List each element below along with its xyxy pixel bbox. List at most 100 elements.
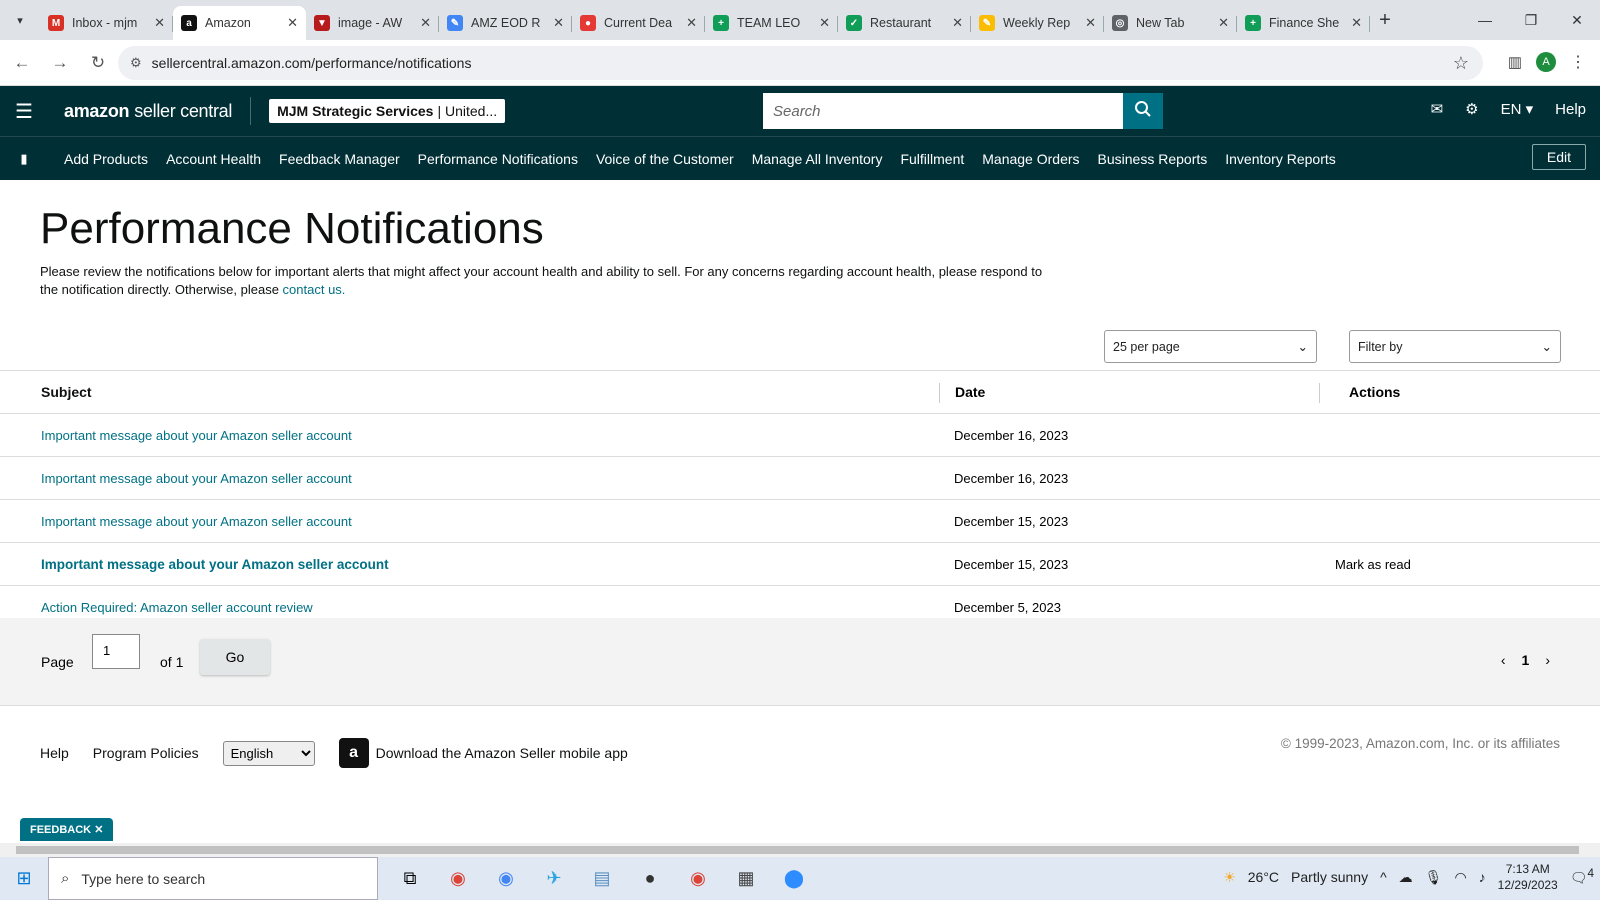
zoom-icon[interactable]: ⬤ bbox=[776, 861, 812, 897]
per-page-select[interactable]: 25 per page ⌄ bbox=[1104, 330, 1317, 363]
tab-close-icon[interactable]: ✕ bbox=[686, 15, 697, 31]
tab-close-icon[interactable]: ✕ bbox=[287, 15, 298, 31]
current-page-number[interactable]: 1 bbox=[1522, 652, 1530, 668]
nav-link[interactable]: Feedback Manager bbox=[279, 151, 400, 167]
browser-tab[interactable]: a Amazon ✕ bbox=[173, 6, 306, 40]
weather-icon[interactable]: ☀ bbox=[1223, 869, 1236, 886]
notification-subject-link[interactable]: Important message about your Amazon sell… bbox=[41, 514, 352, 529]
help-link[interactable]: Help bbox=[1555, 101, 1586, 118]
contact-us-link[interactable]: contact us. bbox=[283, 282, 346, 297]
mark-as-read-link[interactable]: Mark as read bbox=[1335, 557, 1411, 572]
files-icon[interactable]: ▤ bbox=[584, 861, 620, 897]
tab-close-icon[interactable]: ✕ bbox=[1085, 15, 1096, 31]
volume-icon[interactable]: ♪ bbox=[1479, 869, 1486, 885]
seller-central-logo[interactable]: amazon seller central bbox=[64, 97, 252, 125]
forward-icon[interactable]: → bbox=[44, 53, 76, 73]
go-button[interactable]: Go bbox=[200, 639, 270, 675]
mail-icon[interactable]: ✉ bbox=[1431, 100, 1444, 118]
app-icon[interactable]: ● bbox=[632, 861, 668, 897]
wifi-icon[interactable]: ◠ bbox=[1454, 869, 1466, 886]
edit-nav-button[interactable]: Edit bbox=[1531, 144, 1586, 170]
table-body: Important message about your Amazon sell… bbox=[0, 414, 1600, 629]
chrome-profile-icon[interactable]: ◉ bbox=[488, 861, 524, 897]
tab-title: image - AW bbox=[338, 16, 403, 30]
page-number-input[interactable]: 1 bbox=[92, 634, 140, 669]
language-selector[interactable]: EN ▾ bbox=[1501, 100, 1534, 118]
browser-tab[interactable]: + TEAM LEO ✕ bbox=[705, 6, 838, 40]
chrome-icon[interactable]: ◉ bbox=[680, 861, 716, 897]
footer-help-link[interactable]: Help bbox=[40, 745, 69, 761]
chevron-left-icon[interactable]: ‹ bbox=[1501, 652, 1506, 668]
browser-tab[interactable]: ◎ New Tab ✕ bbox=[1104, 6, 1237, 40]
notifications-icon[interactable]: 🗨4 bbox=[1570, 867, 1594, 887]
tab-search-chevron-icon[interactable]: ▾ bbox=[0, 14, 40, 27]
close-icon[interactable]: ✕ bbox=[94, 824, 103, 836]
nav-link[interactable]: Manage Orders bbox=[982, 151, 1079, 167]
reload-icon[interactable]: ↻ bbox=[82, 53, 114, 73]
browser-tab[interactable]: ✎ AMZ EOD R ✕ bbox=[439, 6, 572, 40]
filter-select[interactable]: Filter by ⌄ bbox=[1349, 330, 1561, 363]
tab-close-icon[interactable]: ✕ bbox=[553, 15, 564, 31]
scrollbar-thumb[interactable] bbox=[16, 846, 1579, 854]
restore-icon[interactable]: ❐ bbox=[1508, 12, 1554, 29]
chrome-icon[interactable]: ◉ bbox=[440, 861, 476, 897]
bookmark-icon[interactable]: ▮ bbox=[0, 151, 48, 167]
system-clock[interactable]: 7:13 AM 12/29/2023 bbox=[1498, 861, 1558, 893]
notification-subject-link[interactable]: Important message about your Amazon sell… bbox=[41, 471, 352, 486]
browser-tab[interactable]: ▼ image - AW ✕ bbox=[306, 6, 439, 40]
tab-close-icon[interactable]: ✕ bbox=[1218, 15, 1229, 31]
nav-link[interactable]: Account Health bbox=[166, 151, 261, 167]
browser-tab[interactable]: M Inbox - mjm ✕ bbox=[40, 6, 173, 40]
url-field[interactable]: ⚙ sellercentral.amazon.com/performance/n… bbox=[118, 46, 1483, 80]
nav-link[interactable]: Fulfillment bbox=[900, 151, 964, 167]
windows-start-icon[interactable]: ⊞ bbox=[0, 868, 48, 889]
tab-close-icon[interactable]: ✕ bbox=[1351, 15, 1362, 31]
profile-avatar[interactable]: A bbox=[1536, 52, 1556, 72]
chevron-right-icon[interactable]: › bbox=[1545, 652, 1550, 668]
nav-link[interactable]: Performance Notifications bbox=[418, 151, 578, 167]
bookmark-star-icon[interactable]: ☆ bbox=[1453, 53, 1469, 74]
nav-link[interactable]: Inventory Reports bbox=[1225, 151, 1336, 167]
mobile-app-link[interactable]: a Download the Amazon Seller mobile app bbox=[338, 738, 628, 768]
nav-link[interactable]: Manage All Inventory bbox=[752, 151, 883, 167]
search-input[interactable]: Search bbox=[763, 93, 1123, 129]
program-policies-link[interactable]: Program Policies bbox=[93, 745, 199, 761]
horizontal-scrollbar[interactable] bbox=[0, 843, 1600, 857]
back-icon[interactable]: ← bbox=[6, 53, 38, 73]
search-icon: ⌕ bbox=[61, 870, 70, 887]
task-view-icon[interactable]: ⧉ bbox=[392, 861, 428, 897]
account-switcher[interactable]: MJM Strategic Services | United... bbox=[269, 99, 506, 123]
browser-tab[interactable]: ● Current Dea ✕ bbox=[572, 6, 705, 40]
nav-link[interactable]: Add Products bbox=[64, 151, 148, 167]
telegram-icon[interactable]: ✈ bbox=[536, 861, 572, 897]
site-settings-icon[interactable]: ⚙ bbox=[130, 55, 142, 71]
browser-menu-icon[interactable]: ⋮ bbox=[1570, 52, 1586, 72]
chevron-up-icon[interactable]: ^ bbox=[1380, 869, 1387, 885]
tab-close-icon[interactable]: ✕ bbox=[420, 15, 431, 31]
side-panel-icon[interactable]: ▥ bbox=[1508, 53, 1522, 71]
browser-tab[interactable]: ✓ Restaurant ✕ bbox=[838, 6, 971, 40]
notification-subject-link[interactable]: Important message about your Amazon sell… bbox=[41, 557, 389, 572]
search-button[interactable] bbox=[1123, 93, 1163, 129]
notification-subject-link[interactable]: Action Required: Amazon seller account r… bbox=[41, 600, 313, 615]
close-window-icon[interactable]: ✕ bbox=[1554, 12, 1600, 29]
new-tab-button[interactable]: + bbox=[1370, 9, 1400, 32]
feedback-button[interactable]: FEEDBACK ✕ bbox=[20, 818, 114, 841]
taskbar-search-box[interactable]: ⌕ Type here to search bbox=[48, 857, 378, 900]
footer-language-select[interactable]: English bbox=[222, 740, 315, 766]
notification-subject-link[interactable]: Important message about your Amazon sell… bbox=[41, 428, 352, 443]
minimize-icon[interactable]: — bbox=[1462, 12, 1508, 28]
nav-link[interactable]: Business Reports bbox=[1098, 151, 1208, 167]
browser-tab[interactable]: ✎ Weekly Rep ✕ bbox=[971, 6, 1104, 40]
gear-icon[interactable]: ⚙ bbox=[1465, 100, 1478, 118]
browser-tab[interactable]: + Finance She ✕ bbox=[1237, 6, 1370, 40]
tab-close-icon[interactable]: ✕ bbox=[952, 15, 963, 31]
nav-link[interactable]: Voice of the Customer bbox=[596, 151, 734, 167]
cloud-icon[interactable]: ☁ bbox=[1399, 869, 1413, 886]
tab-close-icon[interactable]: ✕ bbox=[819, 15, 830, 31]
calculator-icon[interactable]: ▦ bbox=[728, 861, 764, 897]
hamburger-menu-icon[interactable]: ☰ bbox=[0, 99, 48, 124]
tab-close-icon[interactable]: ✕ bbox=[154, 15, 165, 31]
mic-icon[interactable]: 🎙 bbox=[1425, 869, 1443, 886]
table-header-row: Subject Date Actions bbox=[0, 371, 1600, 414]
